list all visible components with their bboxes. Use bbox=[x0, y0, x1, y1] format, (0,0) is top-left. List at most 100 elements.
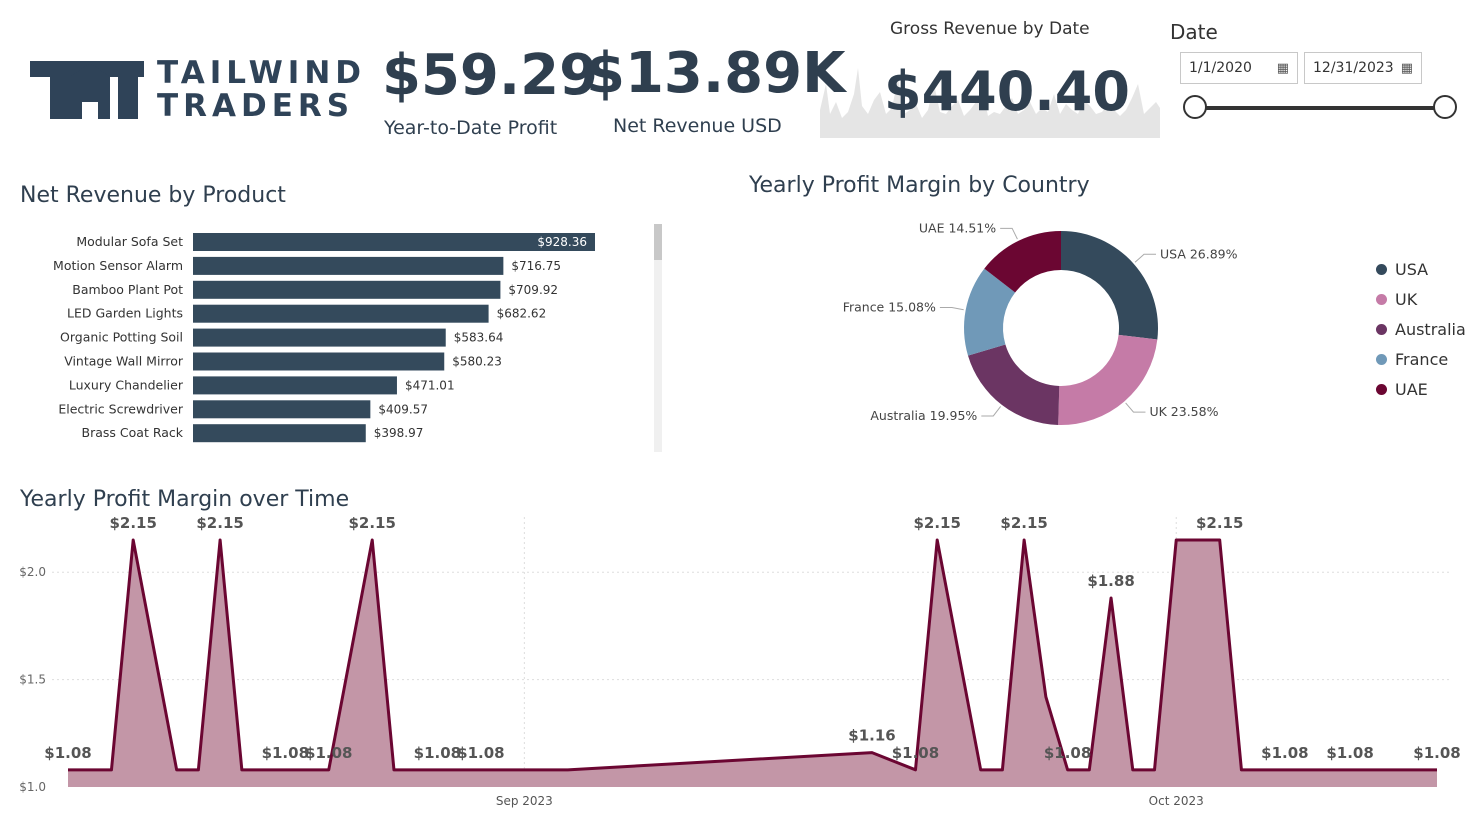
data-label: $2.15 bbox=[1196, 517, 1243, 532]
x-tick-label: Sep 2023 bbox=[496, 794, 553, 808]
bar-category-label: Organic Potting Soil bbox=[60, 330, 183, 345]
end-date-value: 12/31/2023 bbox=[1313, 60, 1394, 76]
legend-label: UAE bbox=[1395, 379, 1428, 399]
date-slider-track[interactable] bbox=[1196, 106, 1446, 110]
legend-label: Australia bbox=[1395, 319, 1466, 339]
bar-category-label: LED Garden Lights bbox=[67, 306, 183, 321]
data-label: $1.08 bbox=[44, 744, 91, 762]
product-chart-scroll-thumb[interactable] bbox=[654, 224, 662, 260]
donut-slice[interactable] bbox=[1058, 334, 1158, 425]
data-label: $2.15 bbox=[1000, 517, 1047, 532]
date-slicer: Date 1/1/2020 ▦ 12/31/2023 ▦ bbox=[1170, 20, 1460, 130]
donut-data-label: France 15.08% bbox=[843, 300, 936, 315]
bar-category-label: Vintage Wall Mirror bbox=[64, 354, 184, 369]
calendar-icon[interactable]: ▦ bbox=[1277, 61, 1289, 76]
bar-value-label: $583.64 bbox=[454, 331, 504, 345]
data-label: $1.08 bbox=[414, 744, 461, 762]
product-chart-scrollbar[interactable] bbox=[654, 224, 662, 452]
bar-category-label: Motion Sensor Alarm bbox=[53, 258, 183, 273]
donut-data-label: Australia 19.95% bbox=[870, 408, 977, 423]
end-date-input[interactable]: 12/31/2023 ▦ bbox=[1304, 52, 1422, 84]
donut-leader-line bbox=[981, 406, 1002, 417]
logo-line1: TAILWIND bbox=[157, 55, 367, 91]
bar-value-label: $409.57 bbox=[378, 402, 428, 416]
country-chart-title: Yearly Profit Margin by Country bbox=[749, 173, 1090, 198]
data-label: $1.08 bbox=[1413, 744, 1460, 762]
legend-item[interactable]: UAE bbox=[1376, 374, 1471, 404]
donut-data-label: UAE 14.51% bbox=[919, 220, 996, 235]
net-revenue-label: Net Revenue USD bbox=[613, 115, 782, 137]
x-tick-label: Oct 2023 bbox=[1149, 794, 1204, 808]
data-label: $1.16 bbox=[848, 727, 895, 745]
donut-leader-line bbox=[1125, 402, 1146, 413]
donut-leader-line bbox=[939, 307, 964, 311]
donut-data-label: USA 26.89% bbox=[1160, 246, 1238, 261]
bar[interactable] bbox=[193, 233, 595, 251]
donut-slice[interactable] bbox=[1061, 231, 1158, 340]
bar[interactable] bbox=[193, 352, 445, 371]
data-label: $2.15 bbox=[348, 517, 395, 532]
data-label: $1.08 bbox=[1044, 744, 1091, 762]
bar-value-label: $709.92 bbox=[508, 283, 558, 297]
bar-value-label: $398.97 bbox=[374, 426, 424, 440]
time-area-chart: $1.0 $1.5 $2.0 Sep 2023 Oct 2023 $1.08 $2.15 $2… bbox=[19, 517, 1461, 808]
logo-house-icon bbox=[30, 61, 144, 119]
legend-label: UK bbox=[1395, 289, 1418, 309]
net-revenue-value: $13.89K bbox=[586, 41, 846, 106]
data-label: $2.15 bbox=[196, 517, 243, 532]
data-label: $1.08 bbox=[1326, 744, 1373, 762]
gross-revenue-value: $440.40 bbox=[884, 60, 1130, 123]
data-label: $1.08 bbox=[892, 744, 939, 762]
legend-label: USA bbox=[1395, 259, 1429, 279]
bar[interactable] bbox=[193, 256, 504, 275]
legend-item[interactable]: USA bbox=[1376, 254, 1471, 284]
ytd-profit-value: $59.29 bbox=[382, 43, 599, 108]
logo: TAILWIND TRADERS bbox=[30, 58, 361, 122]
legend-item[interactable]: UK bbox=[1376, 284, 1471, 314]
legend-dot-icon bbox=[1376, 293, 1387, 305]
date-slider-end-handle[interactable] bbox=[1433, 95, 1457, 119]
bar-category-label: Bamboo Plant Pot bbox=[72, 282, 183, 297]
country-donut-chart: USA 26.89% UK 23.58% Australia 19.95% Franc… bbox=[843, 220, 1238, 425]
bar-value-label: $471.01 bbox=[405, 378, 455, 392]
gross-revenue-card: Gross Revenue by Date $440.40 bbox=[820, 14, 1160, 140]
legend-label: France bbox=[1395, 349, 1449, 369]
donut-leader-line bbox=[1134, 253, 1157, 263]
logo-line2: TRADERS bbox=[157, 88, 355, 124]
product-bar-chart: Modular Sofa Set $928.36 Motion Sensor Ala… bbox=[53, 233, 595, 443]
gross-revenue-title: Gross Revenue by Date bbox=[890, 19, 1090, 39]
donut-data-label: UK 23.58% bbox=[1149, 404, 1218, 419]
legend-item[interactable]: France bbox=[1376, 344, 1471, 374]
legend-dot-icon bbox=[1376, 323, 1387, 335]
y-tick-label: $1.5 bbox=[19, 673, 46, 687]
legend-dot-icon bbox=[1376, 353, 1387, 365]
legend-item[interactable]: Australia bbox=[1376, 314, 1471, 344]
bar-category-label: Electric Screwdriver bbox=[58, 401, 184, 416]
bar[interactable] bbox=[193, 424, 366, 443]
date-slicer-title: Date bbox=[1170, 20, 1218, 44]
start-date-value: 1/1/2020 bbox=[1189, 60, 1252, 76]
bar[interactable] bbox=[193, 304, 489, 323]
bar-value-label: $928.36 bbox=[537, 235, 587, 249]
date-slider-start-handle[interactable] bbox=[1183, 95, 1207, 119]
data-label: $2.15 bbox=[913, 517, 960, 532]
y-tick-label: $2.0 bbox=[19, 565, 46, 579]
donut-slice[interactable] bbox=[968, 344, 1060, 425]
time-chart-title: Yearly Profit Margin over Time bbox=[20, 487, 350, 512]
bar[interactable] bbox=[193, 328, 446, 347]
bar[interactable] bbox=[193, 376, 397, 395]
product-chart-title: Net Revenue by Product bbox=[20, 183, 286, 208]
bar-value-label: $580.23 bbox=[452, 355, 502, 369]
bar-category-label: Luxury Chandelier bbox=[69, 377, 184, 392]
data-label: $1.08 bbox=[457, 744, 504, 762]
bar-value-label: $716.75 bbox=[511, 259, 561, 273]
start-date-input[interactable]: 1/1/2020 ▦ bbox=[1180, 52, 1298, 84]
calendar-icon[interactable]: ▦ bbox=[1401, 61, 1413, 76]
data-label: $2.15 bbox=[109, 517, 156, 532]
legend-dot-icon bbox=[1376, 383, 1387, 395]
ytd-profit-label: Year-to-Date Profit bbox=[384, 117, 558, 139]
bar[interactable] bbox=[193, 400, 371, 419]
y-tick-label: $1.0 bbox=[19, 780, 46, 794]
bar-category-label: Modular Sofa Set bbox=[76, 234, 183, 249]
bar[interactable] bbox=[193, 280, 501, 299]
